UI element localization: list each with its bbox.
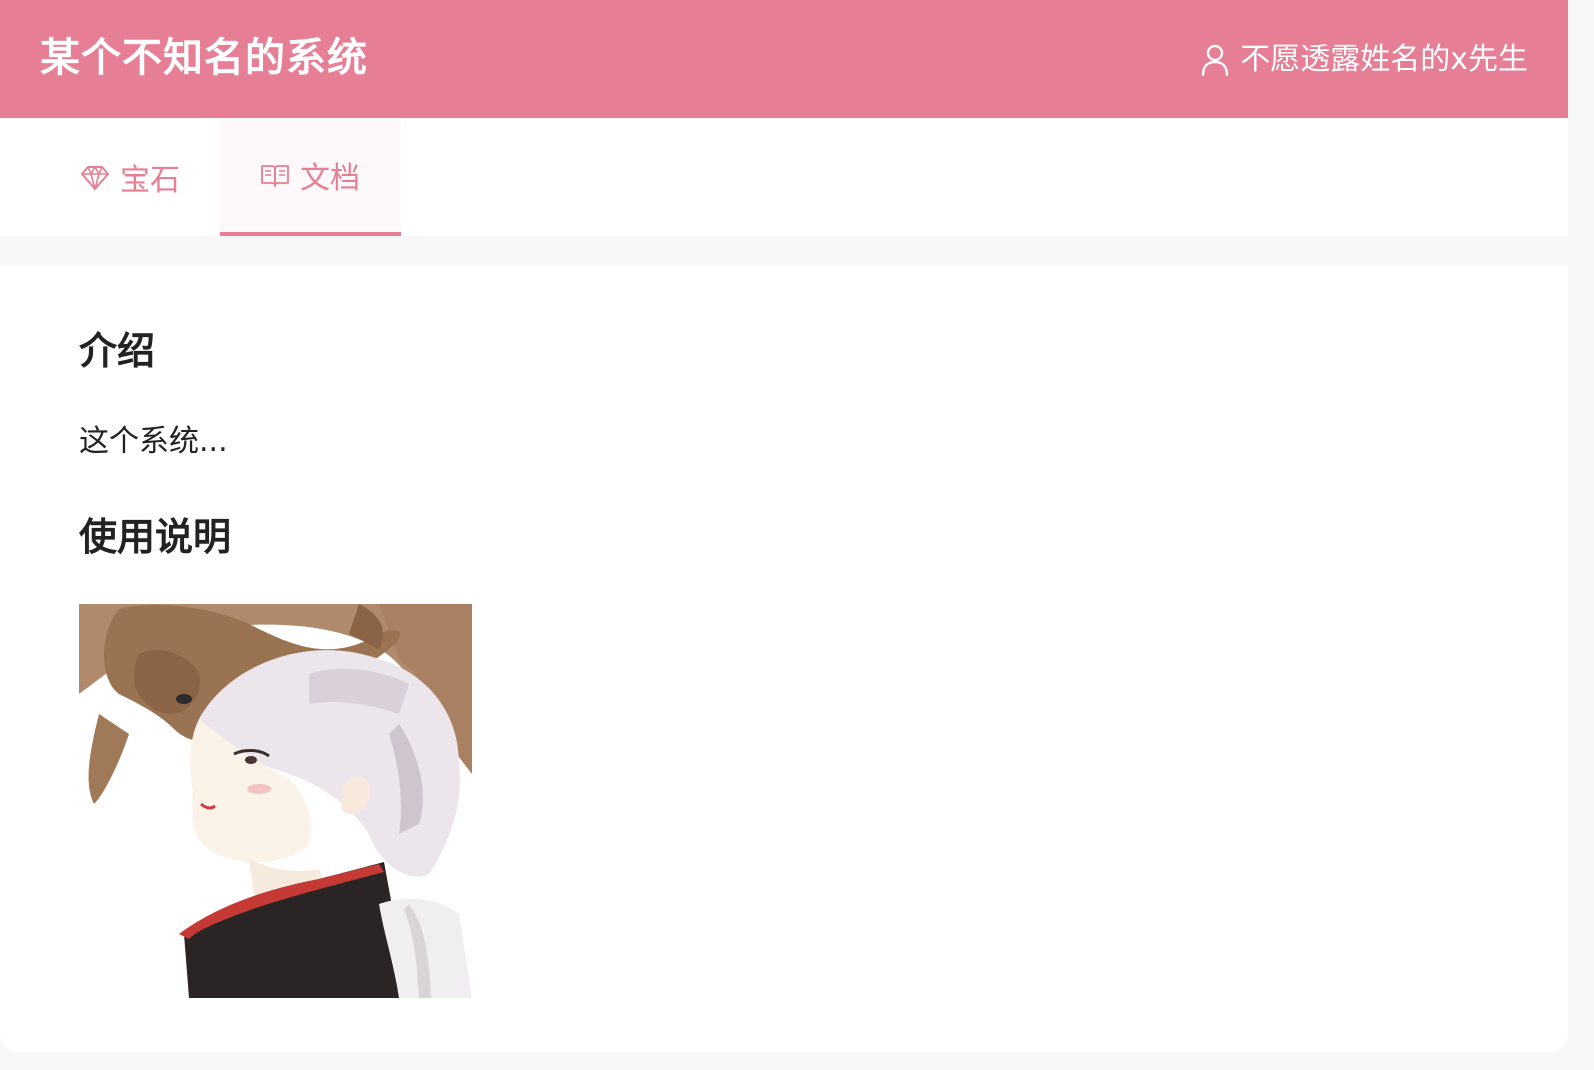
app-title: 某个不知名的系统 <box>40 35 368 81</box>
tab-bar: 宝石 文档 <box>0 118 1568 236</box>
gem-icon <box>80 162 110 192</box>
usage-illustration <box>79 604 472 998</box>
tab-docs[interactable]: 文档 <box>220 118 401 236</box>
book-icon <box>260 160 290 190</box>
tab-docs-label: 文档 <box>300 161 360 196</box>
intro-text: 这个系统... <box>79 424 228 459</box>
user-name: 不愿透露姓名的x先生 <box>1240 42 1528 77</box>
user-icon <box>1200 43 1230 77</box>
document-content: 介绍 这个系统... 使用说明 <box>0 266 1568 1052</box>
tab-gems-label: 宝石 <box>120 163 180 198</box>
usage-heading: 使用说明 <box>79 515 232 559</box>
tab-gems[interactable]: 宝石 <box>60 118 220 236</box>
intro-heading: 介绍 <box>79 329 156 373</box>
app-header: 某个不知名的系统 不愿透露姓名的x先生 <box>0 0 1568 118</box>
user-menu[interactable]: 不愿透露姓名的x先生 <box>1200 38 1528 82</box>
page-edge <box>1568 0 1594 1070</box>
